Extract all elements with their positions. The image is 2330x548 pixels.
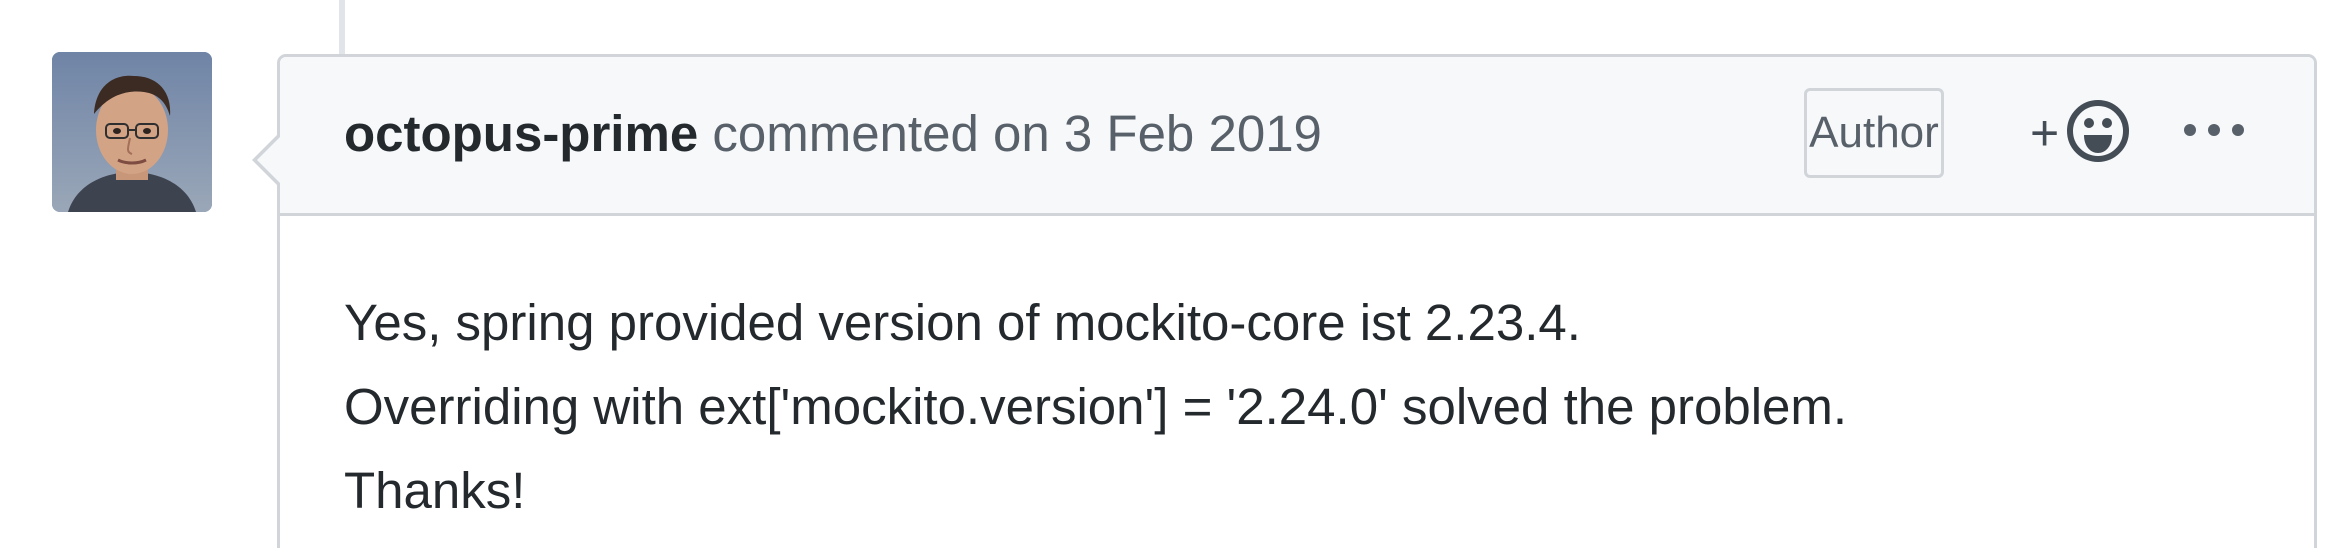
timeline-comment-area: octopus-prime commented on 3 Feb 2019 Au… bbox=[0, 0, 2330, 548]
comment-body-line: Yes, spring provided version of mockito-… bbox=[344, 294, 1581, 351]
author-badge: Author bbox=[1804, 88, 1944, 178]
kebab-horizontal-icon bbox=[2178, 124, 2250, 149]
comment-options-button[interactable] bbox=[2178, 115, 2258, 155]
comment-meta: octopus-prime commented on 3 Feb 2019 bbox=[344, 104, 1322, 164]
add-reaction-button[interactable]: + bbox=[2030, 99, 2140, 169]
comment-body: Yes, spring provided version of mockito-… bbox=[344, 281, 1847, 533]
comment-box: octopus-prime commented on 3 Feb 2019 Au… bbox=[252, 54, 2317, 548]
timeline-line bbox=[339, 0, 345, 54]
comment-body-line: Overriding with ext['mockito.version'] =… bbox=[344, 378, 1848, 435]
avatar[interactable] bbox=[52, 52, 212, 212]
plus-icon: + bbox=[2030, 105, 2060, 161]
comment-body-line: Thanks! bbox=[344, 462, 526, 519]
smiley-icon bbox=[2066, 99, 2130, 168]
comment-timestamp[interactable]: commented on 3 Feb 2019 bbox=[712, 105, 1322, 162]
comment-header: octopus-prime commented on 3 Feb 2019 Au… bbox=[280, 57, 2314, 216]
author-link[interactable]: octopus-prime bbox=[344, 105, 698, 162]
